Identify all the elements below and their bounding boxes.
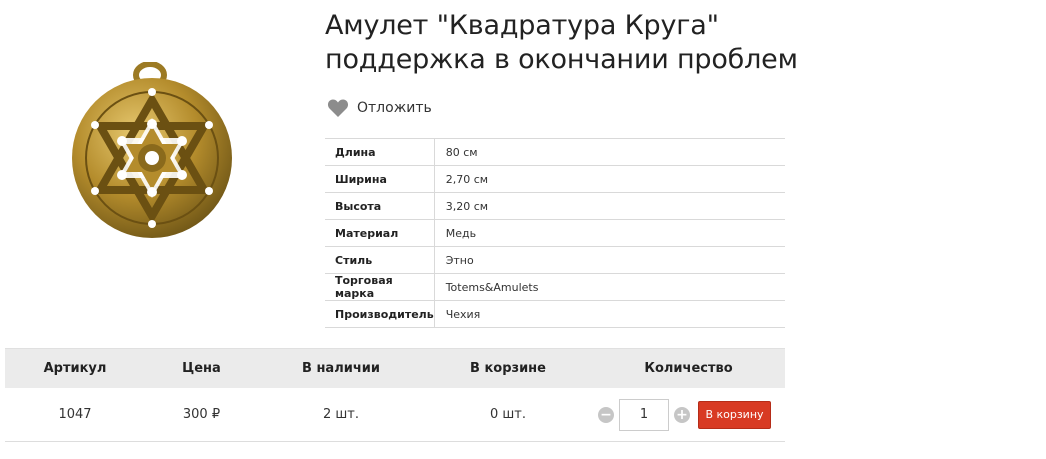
spec-key: Материал bbox=[325, 219, 435, 247]
spec-value: 80 см bbox=[434, 138, 785, 166]
heart-icon bbox=[327, 99, 349, 117]
spec-row: Высота 3,20 см bbox=[325, 192, 785, 220]
plus-button[interactable]: + bbox=[674, 406, 690, 423]
spec-key: Производитель bbox=[325, 300, 435, 328]
spec-row: Длина 80 см bbox=[325, 138, 785, 166]
specs-table: Длина 80 см Ширина 2,70 см Высота 3,20 с… bbox=[325, 138, 785, 328]
header-article: Артикул bbox=[43, 361, 107, 376]
order-row: 1047 300 ₽ 2 шт. 0 шт. − + В корзину bbox=[5, 388, 785, 442]
product-title-line2: поддержка в окончании проблем bbox=[325, 44, 798, 75]
spec-row: Производитель Чехия bbox=[325, 300, 785, 328]
spec-value: Totems&Amulets bbox=[434, 273, 785, 301]
header-in-cart: В корзине bbox=[470, 361, 546, 376]
order-table-header: Артикул Цена В наличии В корзине Количес… bbox=[5, 348, 785, 388]
header-in-stock: В наличии bbox=[302, 361, 380, 376]
spec-value: 3,20 см bbox=[434, 192, 785, 220]
spec-key: Длина bbox=[325, 138, 435, 166]
spec-key: Ширина bbox=[325, 165, 435, 193]
spec-row: Стиль Этно bbox=[325, 246, 785, 274]
spec-value: 2,70 см bbox=[434, 165, 785, 193]
quantity-input[interactable] bbox=[619, 398, 669, 431]
spec-row: Ширина 2,70 см bbox=[325, 165, 785, 193]
header-price: Цена bbox=[182, 361, 221, 376]
spec-key: Стиль bbox=[325, 246, 435, 274]
spec-row: Материал Медь bbox=[325, 219, 785, 247]
product-title: Амулет "Квадратура Круга" поддержка в ок… bbox=[325, 9, 885, 77]
spec-value: Чехия bbox=[434, 300, 785, 328]
spec-key: Высота bbox=[325, 192, 435, 220]
price-value: 300 ₽ bbox=[182, 407, 221, 422]
product-title-line1: Амулет "Квадратура Круга" bbox=[325, 10, 719, 41]
article-value: 1047 bbox=[58, 407, 92, 422]
header-quantity: Количество bbox=[644, 361, 733, 376]
spec-value: Этно bbox=[434, 246, 785, 274]
spec-key: Торговая марка bbox=[325, 273, 435, 301]
wishlist-button[interactable]: Отложить bbox=[327, 97, 432, 119]
quantity-stepper: − + В корзину bbox=[592, 398, 785, 431]
add-to-cart-button[interactable]: В корзину bbox=[698, 400, 771, 429]
product-image bbox=[72, 62, 232, 238]
minus-button[interactable]: − bbox=[598, 406, 614, 423]
in-stock-value: 2 шт. bbox=[322, 407, 359, 422]
in-cart-value: 0 шт. bbox=[489, 407, 526, 422]
spec-value: Медь bbox=[434, 219, 785, 247]
order-table: Артикул Цена В наличии В корзине Количес… bbox=[5, 348, 785, 442]
wishlist-label: Отложить bbox=[357, 100, 432, 116]
spec-row: Торговая марка Totems&Amulets bbox=[325, 273, 785, 301]
